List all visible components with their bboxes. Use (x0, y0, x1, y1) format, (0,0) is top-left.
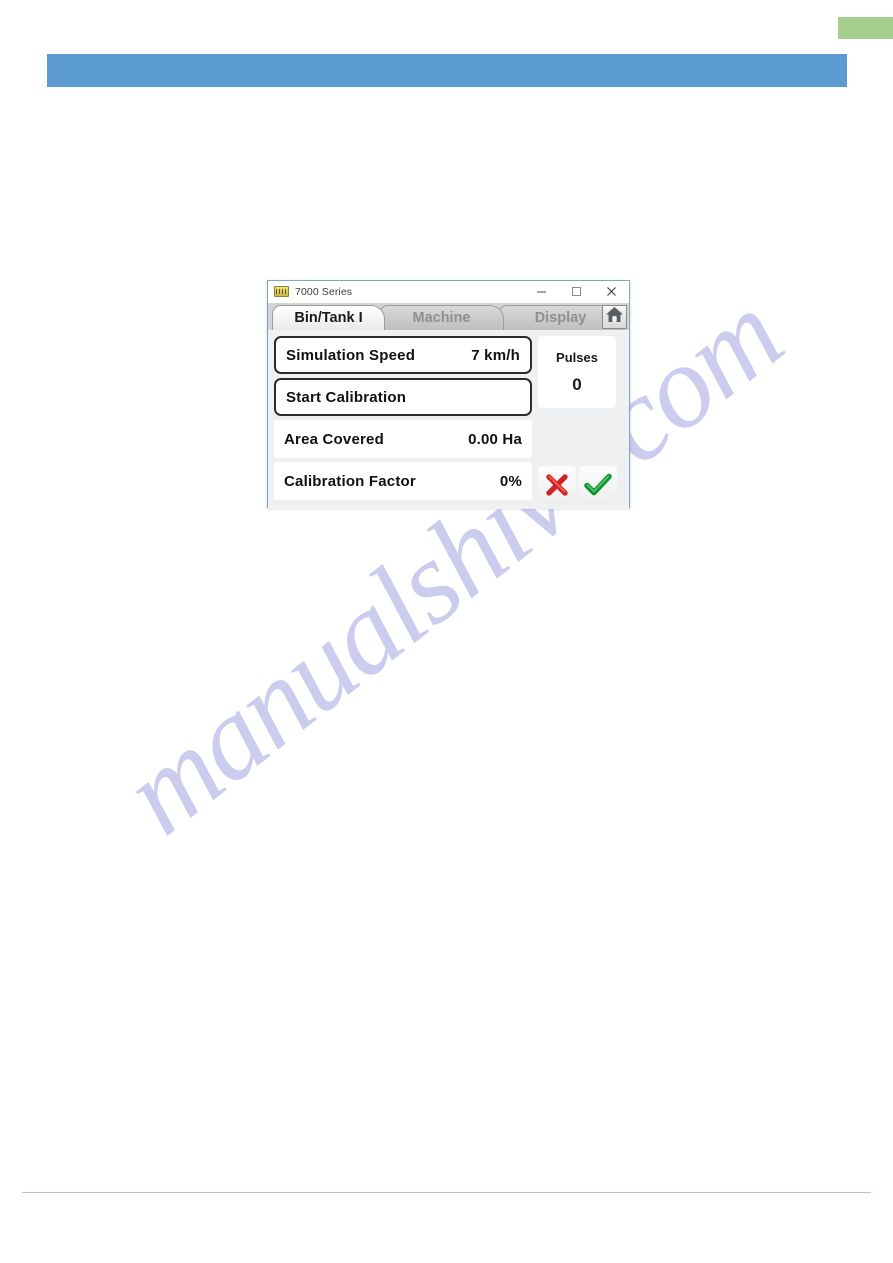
tab-label: Machine (412, 310, 471, 326)
pulses-label: Pulses (556, 349, 598, 365)
page-watermark: manualshive.com (99, 268, 840, 960)
window-titlebar[interactable]: 7000 Series (268, 281, 629, 303)
tab-bin-tank-1[interactable]: Bin/Tank I (272, 305, 385, 330)
tab-strip: Bin/Tank I Machine Display (268, 303, 629, 330)
row-label: Start Calibration (286, 388, 407, 406)
pulses-value: 0 (572, 374, 582, 394)
green-corner-marker (838, 17, 893, 39)
minimize-button[interactable] (524, 281, 559, 302)
confirm-check-icon (584, 472, 612, 498)
window-title: 7000 Series (295, 285, 353, 298)
dialog-content: Simulation Speed 7 km/h Start Calibratio… (268, 330, 629, 509)
row-simulation-speed[interactable]: Simulation Speed 7 km/h (274, 336, 532, 374)
close-button[interactable] (594, 281, 629, 302)
row-value: 0% (499, 472, 522, 490)
row-label: Simulation Speed (286, 346, 416, 364)
row-value: 0.00 Ha (468, 430, 522, 448)
confirm-button[interactable] (579, 466, 617, 504)
home-button[interactable] (602, 305, 627, 329)
row-label: Area Covered (284, 430, 384, 448)
window-controls (524, 281, 629, 302)
action-buttons (538, 466, 624, 504)
field-list: Simulation Speed 7 km/h Start Calibratio… (274, 336, 532, 504)
row-calibration-factor: Calibration Factor 0% (274, 462, 532, 500)
tab-label: Bin/Tank I (294, 310, 363, 326)
cancel-button[interactable] (538, 466, 576, 504)
row-value: 7 km/h (471, 346, 520, 364)
row-label: Calibration Factor (284, 472, 416, 490)
home-icon (605, 306, 624, 328)
row-area-covered: Area Covered 0.00 Ha (274, 420, 532, 458)
side-panel: Pulses 0 (538, 336, 624, 504)
tab-machine[interactable]: Machine (379, 305, 504, 330)
cancel-cross-icon (544, 472, 570, 498)
seven-thousand-series-window: 7000 Series Bin/Tank I Machine Display S… (267, 280, 630, 509)
maximize-button[interactable] (559, 281, 594, 302)
device-icon (274, 286, 289, 297)
header-blue-band (47, 54, 847, 87)
row-start-calibration[interactable]: Start Calibration (274, 378, 532, 416)
tab-label: Display (534, 310, 587, 326)
pulses-readout: Pulses 0 (538, 336, 616, 408)
footer-divider-rule (22, 1192, 871, 1193)
